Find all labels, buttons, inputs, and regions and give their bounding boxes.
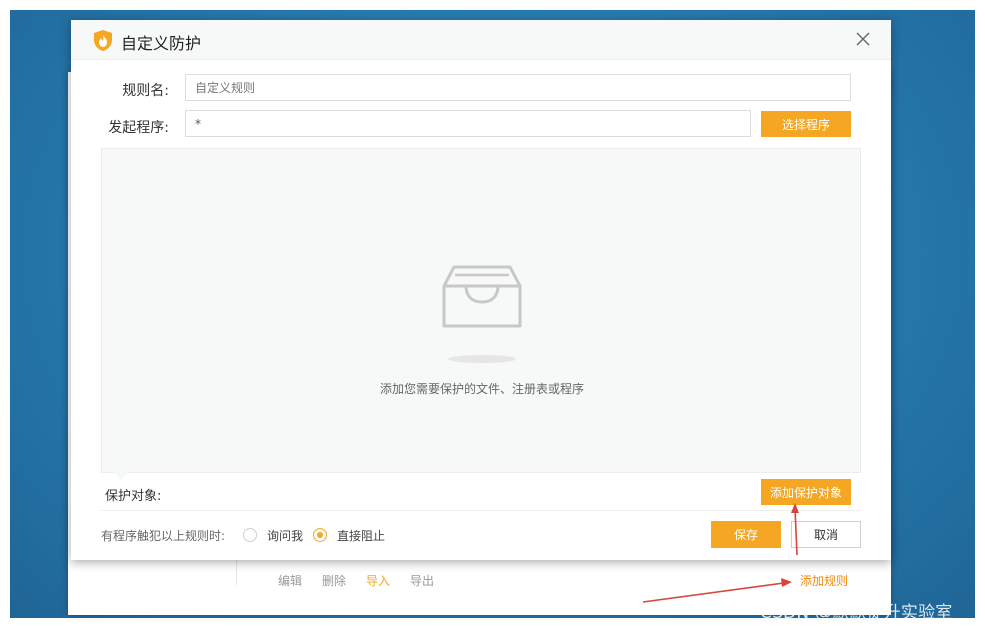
delete-link[interactable]: 删除 <box>322 572 346 589</box>
edit-link[interactable]: 编辑 <box>278 572 302 589</box>
close-icon[interactable] <box>855 31 871 47</box>
custom-protection-dialog: 自定义防护 规则名: 发起程序: 选择程序 添加您需要保护的文件、注册表或程序 … <box>71 20 891 560</box>
export-link[interactable]: 导出 <box>410 572 434 589</box>
radio-block-directly[interactable] <box>313 528 327 542</box>
watermark-text: CSDN @默默提升实验室 <box>760 603 953 623</box>
dialog-title: 自定义防护 <box>121 34 202 53</box>
add-protect-object-button[interactable]: 添加保护对象 <box>761 479 851 505</box>
import-link[interactable]: 导入 <box>366 572 390 589</box>
rule-name-input[interactable] <box>185 74 851 101</box>
protect-target-label: 保护对象: <box>105 489 162 504</box>
cancel-button[interactable]: 取消 <box>791 521 861 548</box>
drop-area-pointer <box>113 472 129 480</box>
empty-tray-icon <box>442 265 522 363</box>
program-input[interactable] <box>185 110 751 137</box>
dialog-header: 自定义防护 <box>71 20 891 60</box>
protected-objects-area: 添加您需要保护的文件、注册表或程序 <box>101 148 861 473</box>
add-rule-link[interactable]: 添加规则 <box>800 572 848 589</box>
option-block-label[interactable]: 直接阻止 <box>337 527 385 544</box>
shield-flame-icon <box>94 30 112 51</box>
footer-divider <box>101 510 861 511</box>
program-label: 发起程序: <box>108 120 169 136</box>
rule-name-label: 规则名: <box>122 83 169 99</box>
select-program-button[interactable]: 选择程序 <box>761 111 851 137</box>
save-button[interactable]: 保存 <box>711 521 781 548</box>
radio-ask-me[interactable] <box>243 528 257 542</box>
empty-state-text: 添加您需要保护的文件、注册表或程序 <box>379 382 584 396</box>
option-ask-label[interactable]: 询问我 <box>267 527 303 544</box>
panel-divider <box>236 560 237 585</box>
trigger-label: 有程序触犯以上规则时: <box>101 529 226 543</box>
